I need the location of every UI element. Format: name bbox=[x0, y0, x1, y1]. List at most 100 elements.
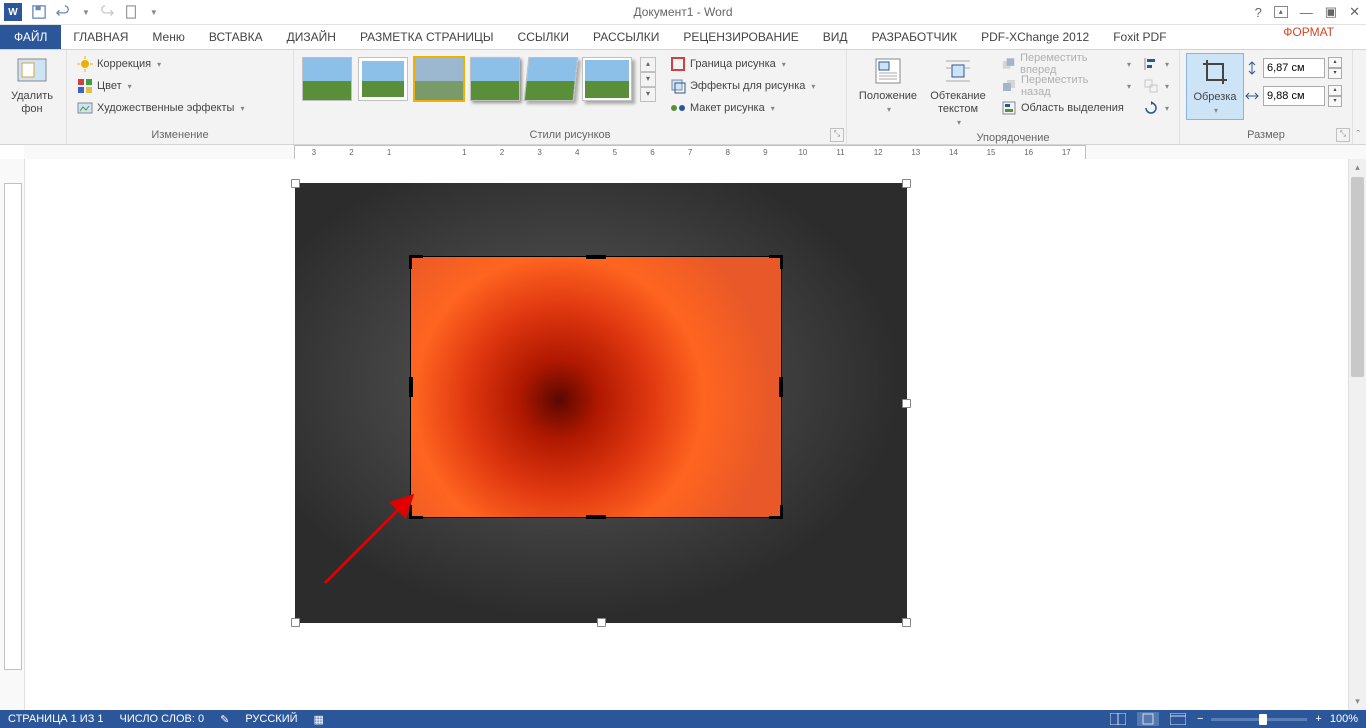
view-web-layout-icon[interactable] bbox=[1167, 712, 1189, 726]
undo-icon[interactable] bbox=[56, 5, 70, 19]
picture-style-3[interactable] bbox=[414, 57, 464, 101]
resize-handle[interactable] bbox=[291, 179, 300, 188]
tab-foxit[interactable]: Foxit PDF bbox=[1101, 25, 1178, 49]
gallery-more-icon[interactable]: ▾ bbox=[640, 87, 656, 102]
crop-button[interactable]: Обрезка▾ bbox=[1186, 53, 1244, 120]
corrections-button[interactable]: Коррекция▾ bbox=[73, 53, 165, 75]
tab-pdfxchange[interactable]: PDF-XChange 2012 bbox=[969, 25, 1101, 49]
status-macro-icon[interactable]: ▦ bbox=[314, 713, 324, 726]
collapse-ribbon-icon[interactable]: ˆ bbox=[1356, 129, 1360, 141]
maximize-icon[interactable]: ▣ bbox=[1325, 4, 1337, 20]
view-print-layout-icon[interactable] bbox=[1137, 712, 1159, 726]
gallery-scroll-up-icon[interactable]: ▴ bbox=[640, 57, 656, 72]
resize-handle[interactable] bbox=[291, 618, 300, 627]
picture-style-2[interactable] bbox=[358, 57, 408, 101]
crop-handle-r[interactable] bbox=[779, 377, 783, 397]
rotate-icon bbox=[1143, 100, 1159, 116]
vertical-scrollbar[interactable]: ▴ ▾ bbox=[1348, 159, 1366, 710]
tab-developer[interactable]: РАЗРАБОТЧИК bbox=[860, 25, 970, 49]
selection-pane-button[interactable]: Область выделения bbox=[997, 97, 1135, 119]
picture-style-4[interactable] bbox=[470, 57, 520, 101]
rotate-button[interactable]: ▾ bbox=[1139, 97, 1173, 119]
tab-view[interactable]: ВИД bbox=[811, 25, 860, 49]
remove-background-button[interactable]: Удалить фон bbox=[6, 53, 58, 118]
resize-handle[interactable] bbox=[902, 618, 911, 627]
picture-border-button[interactable]: Граница рисунка▾ bbox=[666, 53, 819, 75]
artistic-effects-button[interactable]: Художественные эффекты▾ bbox=[73, 97, 248, 119]
save-icon[interactable] bbox=[32, 5, 46, 19]
vertical-ruler[interactable] bbox=[0, 159, 25, 710]
tab-review[interactable]: РЕЦЕНЗИРОВАНИЕ bbox=[671, 25, 810, 49]
document-area[interactable] bbox=[25, 159, 1366, 710]
picture-style-1[interactable] bbox=[302, 57, 352, 101]
width-up-icon[interactable]: ▴ bbox=[1328, 85, 1342, 96]
zoom-in-icon[interactable]: + bbox=[1315, 713, 1321, 725]
group-size: Обрезка▾ ▴▾ ▴▾ Размер ⤡ bbox=[1180, 50, 1353, 144]
tab-format[interactable]: ФОРМАТ bbox=[1271, 25, 1346, 39]
bring-forward-button: Переместить вперед▾ bbox=[997, 53, 1135, 75]
effects-icon bbox=[670, 78, 686, 94]
resize-handle[interactable] bbox=[902, 399, 911, 408]
tab-home[interactable]: ГЛАВНАЯ bbox=[61, 25, 140, 49]
group-button: ▾ bbox=[1139, 75, 1173, 97]
size-dialog-launcher[interactable]: ⤡ bbox=[1336, 128, 1350, 142]
page bbox=[295, 183, 1085, 710]
ribbon: Удалить фон Коррекция▾ Цвет▾ Художествен… bbox=[0, 50, 1366, 145]
scrollbar-thumb[interactable] bbox=[1351, 177, 1364, 377]
crop-handle-t[interactable] bbox=[586, 255, 606, 259]
align-icon bbox=[1143, 56, 1159, 72]
window-title: Документ1 - Word bbox=[633, 5, 732, 19]
status-word-count[interactable]: ЧИСЛО СЛОВ: 0 bbox=[120, 713, 205, 725]
close-icon[interactable]: ✕ bbox=[1349, 4, 1360, 20]
align-button[interactable]: ▾ bbox=[1139, 53, 1173, 75]
word-app-icon: W bbox=[4, 3, 22, 21]
crop-handle-l[interactable] bbox=[409, 377, 413, 397]
undo-dropdown-icon[interactable]: ▼ bbox=[82, 8, 90, 17]
scroll-down-icon[interactable]: ▾ bbox=[1349, 693, 1366, 710]
picture-effects-button[interactable]: Эффекты для рисунка▾ bbox=[666, 75, 819, 97]
height-input[interactable] bbox=[1263, 58, 1325, 78]
tab-references[interactable]: ССЫЛКИ bbox=[506, 25, 581, 49]
new-doc-icon[interactable] bbox=[124, 5, 138, 19]
height-up-icon[interactable]: ▴ bbox=[1328, 57, 1342, 68]
qat-customize-icon[interactable]: ▼ bbox=[150, 8, 158, 17]
remove-bg-icon bbox=[16, 55, 48, 87]
backward-icon bbox=[1001, 78, 1017, 94]
scroll-up-icon[interactable]: ▴ bbox=[1349, 159, 1366, 176]
tab-insert[interactable]: ВСТАВКА bbox=[197, 25, 275, 49]
zoom-level[interactable]: 100% bbox=[1330, 713, 1358, 725]
help-icon[interactable]: ? bbox=[1255, 5, 1262, 20]
minimize-icon[interactable]: — bbox=[1300, 5, 1313, 20]
zoom-slider[interactable] bbox=[1211, 718, 1307, 721]
status-language[interactable]: РУССКИЙ bbox=[245, 713, 297, 725]
height-icon bbox=[1244, 60, 1260, 76]
picture-full[interactable] bbox=[295, 183, 907, 623]
height-down-icon[interactable]: ▾ bbox=[1328, 68, 1342, 79]
width-down-icon[interactable]: ▾ bbox=[1328, 96, 1342, 107]
tab-mailings[interactable]: РАССЫЛКИ bbox=[581, 25, 671, 49]
tab-menu[interactable]: Меню bbox=[140, 25, 196, 49]
width-input[interactable] bbox=[1263, 86, 1325, 106]
crop-selection[interactable] bbox=[411, 257, 781, 517]
picture-style-5[interactable] bbox=[524, 57, 579, 101]
gallery-scroll-down-icon[interactable]: ▾ bbox=[640, 72, 656, 87]
status-page[interactable]: СТРАНИЦА 1 ИЗ 1 bbox=[8, 713, 104, 725]
tab-design[interactable]: ДИЗАЙН bbox=[275, 25, 348, 49]
color-button[interactable]: Цвет▾ bbox=[73, 75, 136, 97]
resize-handle[interactable] bbox=[902, 179, 911, 188]
wrap-text-button[interactable]: Обтекание текстом▾ bbox=[923, 53, 993, 131]
crop-handle-b[interactable] bbox=[586, 515, 606, 519]
tab-layout[interactable]: РАЗМЕТКА СТРАНИЦЫ bbox=[348, 25, 506, 49]
picture-style-6[interactable] bbox=[582, 57, 632, 101]
resize-handle[interactable] bbox=[597, 618, 606, 627]
status-proofing-icon[interactable]: ✎ bbox=[220, 713, 229, 726]
zoom-slider-thumb[interactable] bbox=[1259, 714, 1267, 725]
ribbon-options-icon[interactable]: ▴ bbox=[1274, 6, 1288, 18]
view-read-mode-icon[interactable] bbox=[1107, 712, 1129, 726]
picture-layout-button[interactable]: Макет рисунка▾ bbox=[666, 97, 819, 119]
styles-dialog-launcher[interactable]: ⤡ bbox=[830, 128, 844, 142]
redo-icon[interactable] bbox=[100, 5, 114, 19]
position-button[interactable]: Положение▾ bbox=[853, 53, 923, 118]
zoom-out-icon[interactable]: − bbox=[1197, 713, 1203, 725]
tab-file[interactable]: ФАЙЛ bbox=[0, 25, 61, 49]
